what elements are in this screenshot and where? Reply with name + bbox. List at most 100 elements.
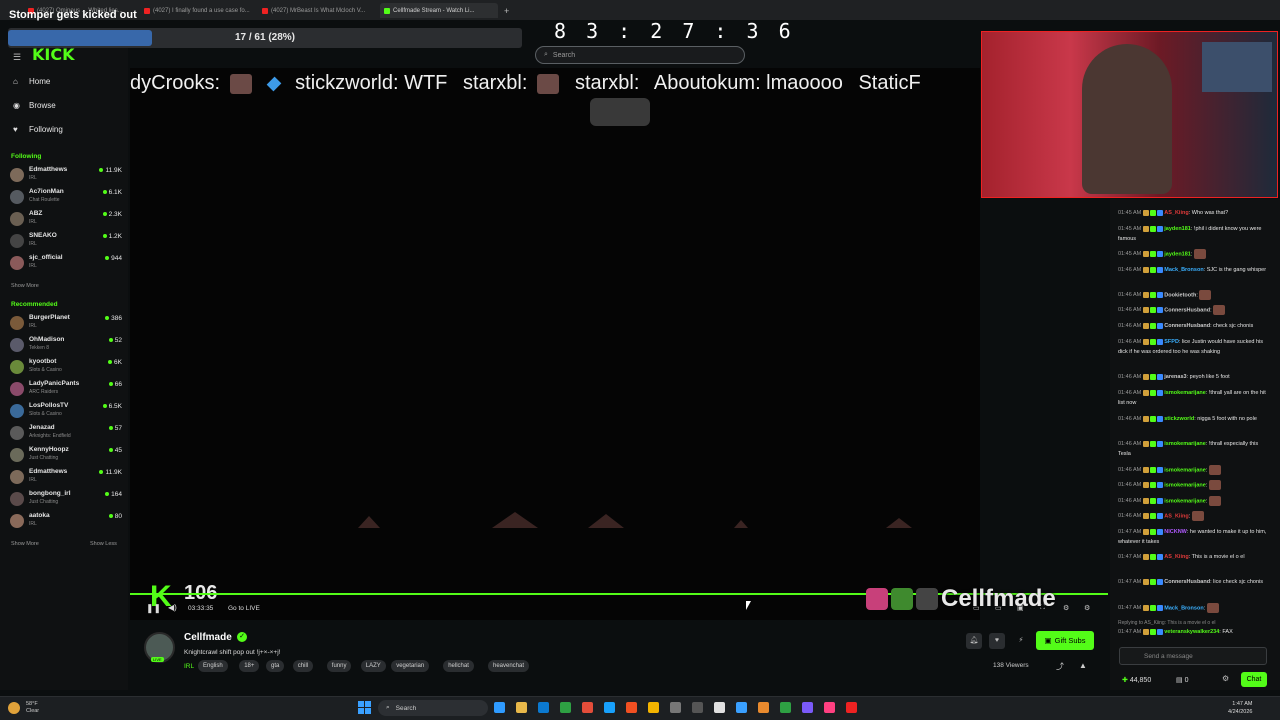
chat-username[interactable]: veteranskywalker234 — [1164, 629, 1219, 635]
chat-username[interactable]: jayden181 — [1164, 251, 1191, 257]
chat-message[interactable]: 01:46 AM ismokemarijane: !thrall yall are… — [1118, 388, 1268, 408]
chat-username[interactable]: SFPD — [1164, 339, 1179, 345]
stream-tag[interactable]: gta — [266, 660, 285, 672]
seek-bar[interactable] — [130, 593, 980, 595]
chat-message[interactable]: 01:46 AM AS_Kiing: — [1118, 511, 1268, 521]
search-input[interactable]: ⌕ Search — [535, 46, 745, 64]
chat-username[interactable]: ConnersHusband — [1164, 323, 1210, 329]
sidebar-channel[interactable]: LosPollosTV Slots & Casino 6.5K — [10, 401, 122, 419]
chat-message[interactable]: 01:46 AM ismokemarijane: — [1118, 465, 1268, 475]
sidebar-channel[interactable]: BurgerPlanet IRL 386 — [10, 313, 122, 331]
taskbar-app-icon[interactable] — [780, 702, 791, 713]
taskbar-app-icon[interactable] — [714, 702, 725, 713]
follow-heart-button[interactable]: ♥ — [989, 633, 1005, 649]
chat-message[interactable]: 01:46 AM Mack_Bronson: SJC is the gang wh… — [1118, 265, 1268, 275]
nav-following[interactable]: ♥ Following — [13, 125, 63, 134]
sidebar-channel[interactable]: Ac7ionMan Chat Roulette 6.1K — [10, 187, 122, 205]
sidebar-channel[interactable]: LadyPanicPants ARC Raiders 66 — [10, 379, 122, 397]
report-flag-icon[interactable]: ▲ — [1079, 661, 1087, 670]
chat-message[interactable]: 01:46 AM ConnersHusband: check sjc chonis — [1118, 321, 1268, 331]
new-tab-button[interactable]: + — [504, 3, 509, 18]
chat-username[interactable]: ismokemarijane — [1164, 441, 1206, 447]
clip-icon[interactable]: ▭ — [973, 604, 980, 612]
chat-send-button[interactable]: Chat — [1241, 672, 1267, 687]
chat-username[interactable]: ismokemarijane — [1164, 498, 1206, 504]
browser-tab-active[interactable]: Cellfmade Stream - Watch Li... — [380, 3, 498, 18]
chat-username[interactable]: AS_Kiing — [1164, 210, 1188, 216]
video-player[interactable] — [130, 68, 980, 620]
taskbar-app-icon[interactable] — [670, 702, 681, 713]
go-to-live-button[interactable]: Go to LIVE — [228, 605, 260, 612]
streamer-name[interactable]: Cellfmade — [184, 632, 232, 643]
chat-username[interactable]: Mack_Bronson — [1164, 605, 1203, 611]
chat-message[interactable]: 01:46 AM jarenas3: peyoh like 5 foot — [1118, 372, 1268, 382]
taskbar-app-icon[interactable] — [824, 702, 835, 713]
chat-message[interactable]: 01:47 AM veteranskywalker234: FAX — [1118, 627, 1268, 637]
chat-username[interactable]: ConnersHusband — [1164, 307, 1210, 313]
taskbar-app-icon[interactable] — [494, 702, 505, 713]
taskbar-app-icon[interactable] — [758, 702, 769, 713]
stream-tag[interactable]: vegetarian — [391, 660, 430, 672]
chat-settings-icon[interactable]: ⚙ — [1222, 674, 1229, 683]
windows-start-icon[interactable] — [358, 701, 371, 714]
browser-tab-3[interactable]: (4027) MrBeast Is What Mcloch V... — [262, 3, 370, 18]
taskbar-app-icon[interactable] — [604, 702, 615, 713]
chat-username[interactable]: AS_Kiing — [1164, 513, 1188, 519]
sidebar-channel[interactable]: aatoka IRL 80 — [10, 511, 122, 529]
taskbar-app-icon[interactable] — [802, 702, 813, 713]
chat-username[interactable]: ismokemarijane — [1164, 467, 1206, 473]
sidebar-channel[interactable]: Jenazad Arknights: Endfield 57 — [10, 423, 122, 441]
pip-icon[interactable]: ▣ — [1017, 604, 1024, 612]
nav-browse[interactable]: ◉ Browse — [13, 101, 56, 110]
chat-message[interactable]: 01:46 AM ismokemarijane: — [1118, 480, 1268, 490]
weather-widget[interactable]: 58°F Clear — [26, 701, 39, 715]
chat-message[interactable]: 01:46 AM ismokemarijane: !thrall especial… — [1118, 439, 1268, 459]
stream-category[interactable]: IRL — [184, 663, 194, 670]
taskbar-app-icon[interactable] — [846, 702, 857, 713]
chat-message[interactable]: 01:47 AM AS_Kiing: This is a movie el o e… — [1118, 552, 1268, 562]
taskbar-app-icon[interactable] — [582, 702, 593, 713]
taskbar-app-icon[interactable] — [736, 702, 747, 713]
theater-icon[interactable]: ▭ — [995, 604, 1002, 612]
show-less-button[interactable]: Show Less — [90, 541, 117, 547]
settings-icon[interactable]: ⚙ — [1063, 604, 1069, 612]
chat-username[interactable]: Dookietooth — [1164, 292, 1196, 298]
sidebar-channel[interactable]: ABZ IRL 2.3K — [10, 209, 122, 227]
stream-tag[interactable]: chill — [292, 660, 314, 672]
chat-message[interactable]: 01:46 AM Dookietooth: — [1118, 290, 1268, 300]
fullscreen-icon[interactable]: ⛶ — [1040, 604, 1045, 612]
stream-tag[interactable]: 18+ — [239, 660, 260, 672]
taskbar-app-icon[interactable] — [626, 702, 637, 713]
sidebar-channel[interactable]: OhMadison Tekken 8 52 — [10, 335, 122, 353]
taskbar-app-icon[interactable] — [560, 702, 571, 713]
taskbar-app-icon[interactable] — [538, 702, 549, 713]
chat-username[interactable]: jarenas3 — [1164, 374, 1186, 380]
share-icon[interactable]: ⤴ — [1056, 661, 1064, 672]
sidebar-channel[interactable]: sjc_official IRL 944 — [10, 253, 122, 271]
bolt-icon[interactable]: ⚡︎ — [1013, 633, 1029, 649]
browser-tab-2[interactable]: (4027) I finally found a use case fo... — [144, 3, 252, 18]
taskbar-app-icon[interactable] — [692, 702, 703, 713]
channel-points[interactable]: ✚ 44,850 — [1122, 676, 1151, 684]
chat-username[interactable]: stickzworld — [1164, 416, 1194, 422]
chat-username[interactable]: ismokemarijane — [1164, 390, 1206, 396]
chat-username[interactable]: ConnersHusband — [1164, 579, 1210, 585]
gift-subs-button[interactable]: ▣ Gift Subs — [1036, 631, 1094, 650]
pause-icon[interactable]: ❚❚ — [146, 603, 161, 614]
chat-message[interactable]: 01:46 AM stickzworld: nigga 5 foot with n… — [1118, 414, 1268, 424]
gear-icon[interactable]: ⚙ — [1084, 604, 1090, 612]
kick-logo[interactable]: KICK — [32, 45, 75, 64]
show-more-recommended[interactable]: Show More — [11, 541, 39, 547]
nav-home[interactable]: ⌂ Home — [13, 77, 50, 86]
chat-message[interactable]: 01:47 AM ConnersHusband: lice check sjc c… — [1118, 577, 1268, 587]
system-clock[interactable]: 1:47 AM 4/24/2026 — [1228, 700, 1252, 716]
chat-message[interactable]: 01:46 AM ismokemarijane: — [1118, 496, 1268, 506]
sidebar-channel[interactable]: Edmatthews IRL 11.9K — [10, 467, 122, 485]
sidebar-channel[interactable]: bongbong_irl Just Chatting 164 — [10, 489, 122, 507]
chat-username[interactable]: Mack_Bronson — [1164, 267, 1203, 273]
stream-tag[interactable]: English — [198, 660, 228, 672]
sidebar-channel[interactable]: KennyHoopz Just Chatting 45 — [10, 445, 122, 463]
sidebar-channel[interactable]: Edmatthews IRL 11.9K — [10, 165, 122, 183]
chat-message[interactable]: 01:45 AM jayden181: !phil i dident know y… — [1118, 224, 1268, 244]
chat-message[interactable]: 01:47 AM NICKNW: he wanted to make it up … — [1118, 527, 1268, 547]
